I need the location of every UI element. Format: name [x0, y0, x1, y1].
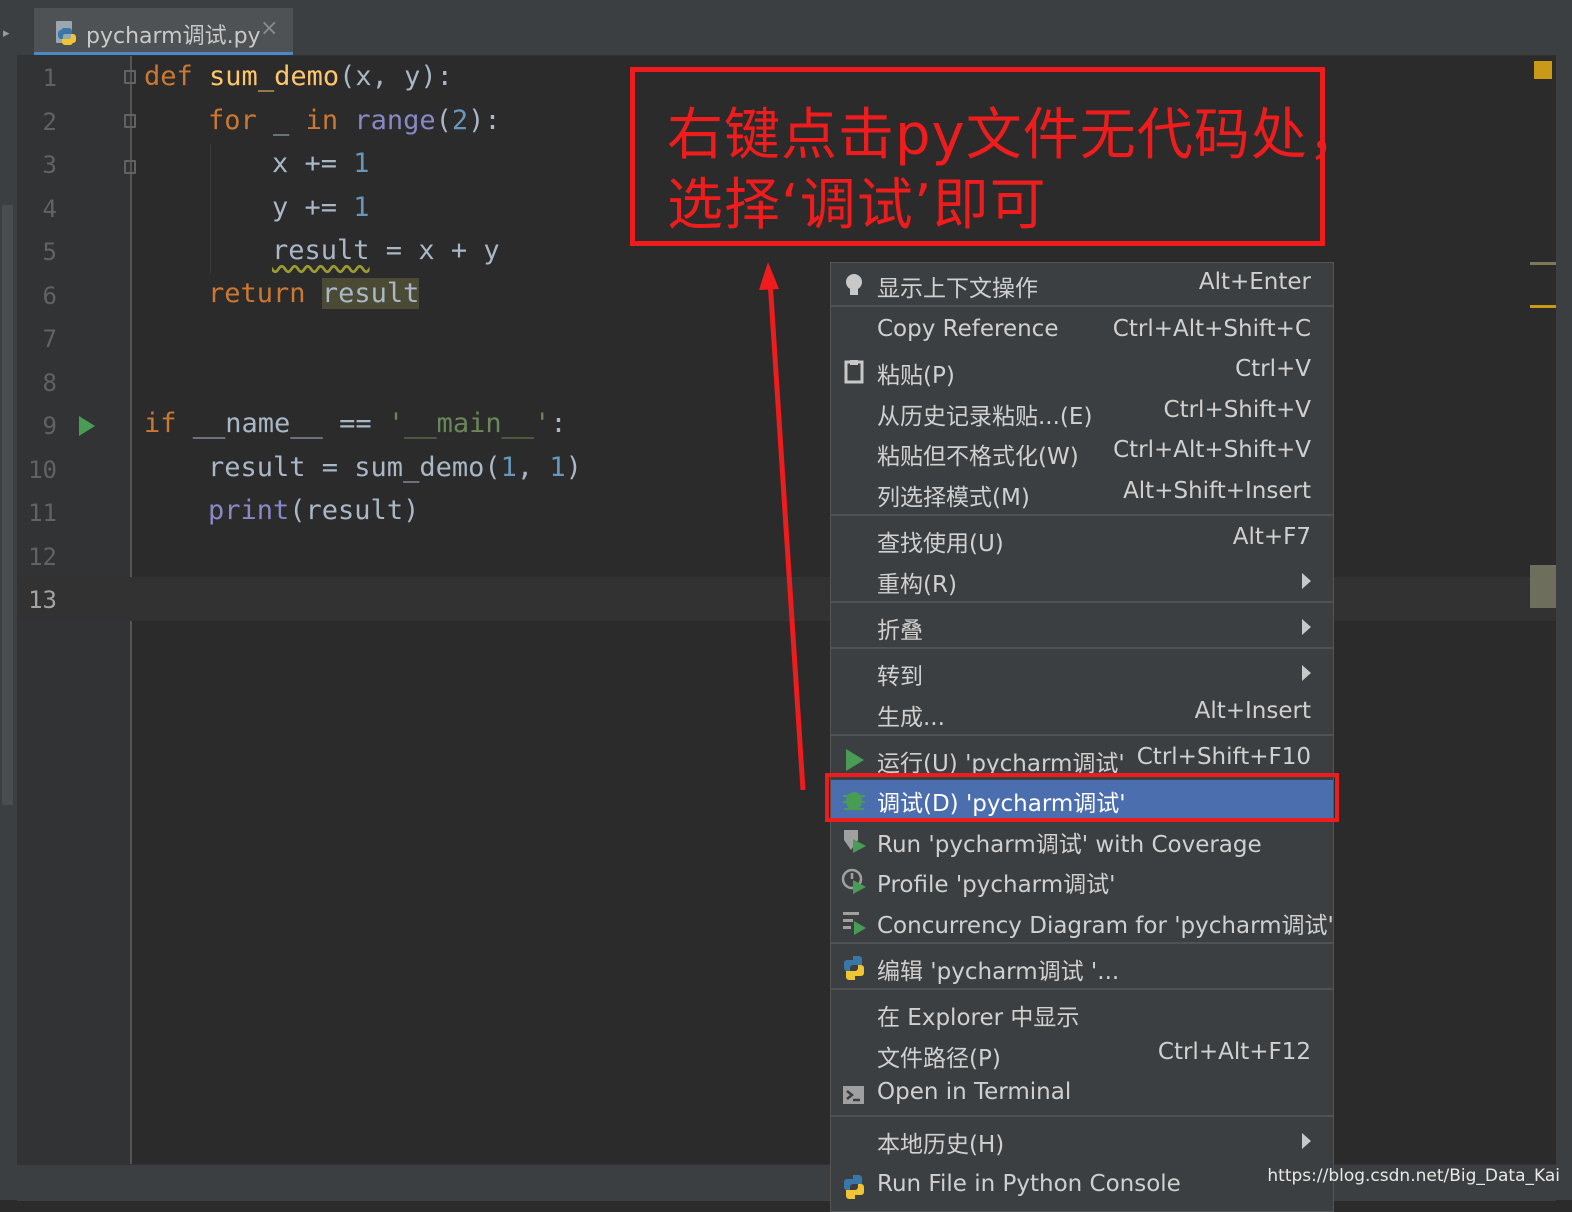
submenu-arrow-icon	[1302, 619, 1311, 635]
annotation-line-1: 右键点击py文件无代码处，	[667, 103, 1365, 168]
menu-item-find-usages[interactable]: 查找使用(U) Alt+F7	[831, 520, 1333, 560]
editor-scrollbar-thumb[interactable]	[1530, 565, 1556, 608]
fold-marker-icon[interactable]	[124, 70, 136, 84]
menu-item-show-in-explorer[interactable]: 在 Explorer 中显示	[831, 994, 1333, 1034]
left-scrollbar-thumb[interactable]	[2, 205, 13, 805]
line-number: 10	[28, 456, 57, 484]
fold-marker-icon[interactable]	[124, 160, 136, 174]
run-icon	[846, 749, 864, 771]
menu-item-edit-configuration[interactable]: 编辑 'pycharm调试 '...	[831, 948, 1333, 988]
right-marker-strip	[1556, 0, 1572, 1200]
profile-icon	[841, 868, 866, 894]
menu-item-run-with-coverage[interactable]: Run 'pycharm调试' with Coverage	[831, 821, 1333, 861]
menu-separator	[831, 734, 1333, 736]
submenu-arrow-icon	[1302, 1133, 1311, 1149]
instruction-annotation-box: 右键点击py文件无代码处， 选择‘调试’即可	[630, 67, 1364, 246]
warning-indicator-icon[interactable]	[1534, 61, 1552, 79]
coverage-icon	[844, 830, 866, 853]
code-line-11: print(result)	[208, 495, 420, 526]
line-number: 12	[28, 543, 57, 571]
concurrency-icon	[843, 912, 866, 935]
menu-separator	[831, 988, 1333, 990]
menu-item-local-history[interactable]: 本地历史(H)	[831, 1121, 1333, 1161]
menu-separator	[831, 942, 1333, 944]
menu-item-column-selection-mode[interactable]: 列选择模式(M) Alt+Shift+Insert	[831, 474, 1333, 514]
submenu-arrow-icon	[1302, 573, 1311, 589]
code-line-2: for _ in range(2):	[208, 105, 501, 136]
error-stripe-mark[interactable]	[1530, 305, 1556, 308]
indent-guide	[210, 144, 211, 274]
python-icon	[844, 1175, 864, 1199]
submenu-arrow-icon	[1302, 665, 1311, 681]
code-line-10: result = sum_demo(1, 1)	[208, 452, 582, 483]
line-number: 3	[42, 151, 57, 179]
menu-item-copy-reference[interactable]: Copy Reference Ctrl+Alt+Shift+C	[831, 312, 1333, 352]
line-number: 7	[42, 325, 57, 353]
menu-item-paste-from-history[interactable]: 从历史记录粘贴...(E) Ctrl+Shift+V	[831, 393, 1333, 433]
clipboard-icon	[844, 360, 864, 384]
editor-tab[interactable]: pycharm调试.py ×	[34, 8, 293, 55]
menu-separator	[831, 305, 1333, 307]
menu-separator	[831, 647, 1333, 649]
code-line-5: result = x + y	[272, 235, 500, 266]
menu-item-refactor[interactable]: 重构(R)	[831, 561, 1333, 601]
python-icon	[844, 956, 864, 980]
lightbulb-icon	[846, 274, 862, 295]
line-number-current: 13	[28, 586, 57, 614]
menu-item-goto[interactable]: 转到	[831, 653, 1333, 693]
code-line-9: if __name__ == '__main__':	[144, 408, 567, 439]
code-line-1: def sum_demo(x, y):	[144, 61, 453, 92]
menu-item-paste-without-formatting[interactable]: 粘贴但不格式化(W) Ctrl+Alt+Shift+V	[831, 433, 1333, 473]
menu-item-show-context-actions[interactable]: 显示上下文操作 Alt+Enter	[831, 265, 1333, 305]
menu-item-folding[interactable]: 折叠	[831, 607, 1333, 647]
line-number: 11	[28, 499, 57, 527]
menu-item-run-in-python-console[interactable]: Run File in Python Console	[831, 1167, 1333, 1207]
python-file-icon	[56, 21, 76, 45]
line-number: 5	[42, 238, 57, 266]
close-tab-icon[interactable]: ×	[260, 16, 278, 41]
code-line-3: x += 1	[272, 148, 370, 179]
line-number: 8	[42, 369, 57, 397]
collapse-marker-icon[interactable]: ▸	[3, 26, 10, 41]
menu-item-generate[interactable]: 生成... Alt+Insert	[831, 694, 1333, 734]
menu-separator	[831, 1115, 1333, 1117]
terminal-icon	[843, 1086, 864, 1104]
menu-item-paste[interactable]: 粘贴(P) Ctrl+V	[831, 352, 1333, 392]
annotation-line-2: 选择‘调试’即可	[667, 173, 1047, 238]
tab-filename: pycharm调试.py	[86, 24, 261, 49]
menu-item-file-path[interactable]: 文件路径(P) Ctrl+Alt+F12	[831, 1035, 1333, 1075]
error-stripe-mark[interactable]	[1530, 262, 1556, 265]
menu-separator	[831, 514, 1333, 516]
run-gutter-icon[interactable]	[79, 416, 95, 436]
code-line-4: y += 1	[272, 192, 370, 223]
line-number: 6	[42, 282, 57, 310]
menu-item-open-in-terminal[interactable]: Open in Terminal	[831, 1075, 1333, 1115]
context-menu: 显示上下文操作 Alt+Enter Copy Reference Ctrl+Al…	[830, 262, 1334, 1212]
line-number: 1	[42, 64, 57, 92]
line-number: 4	[42, 195, 57, 223]
menu-separator	[831, 601, 1333, 603]
editor-tab-bar: pycharm调试.py ×	[17, 0, 1556, 56]
line-number: 2	[42, 108, 57, 136]
fold-marker-icon[interactable]	[124, 114, 136, 128]
code-line-6: return result	[208, 278, 420, 309]
left-tool-strip: ▸	[0, 0, 17, 1200]
menu-item-profile[interactable]: Profile 'pycharm调试'	[831, 861, 1333, 901]
watermark: https://blog.csdn.net/Big_Data_Kai	[1267, 1166, 1560, 1186]
line-number: 9	[42, 412, 57, 440]
menu-item-concurrency-diagram[interactable]: Concurrency Diagram for 'pycharm调试'	[831, 902, 1333, 942]
debug-item-highlight-frame	[825, 773, 1339, 822]
